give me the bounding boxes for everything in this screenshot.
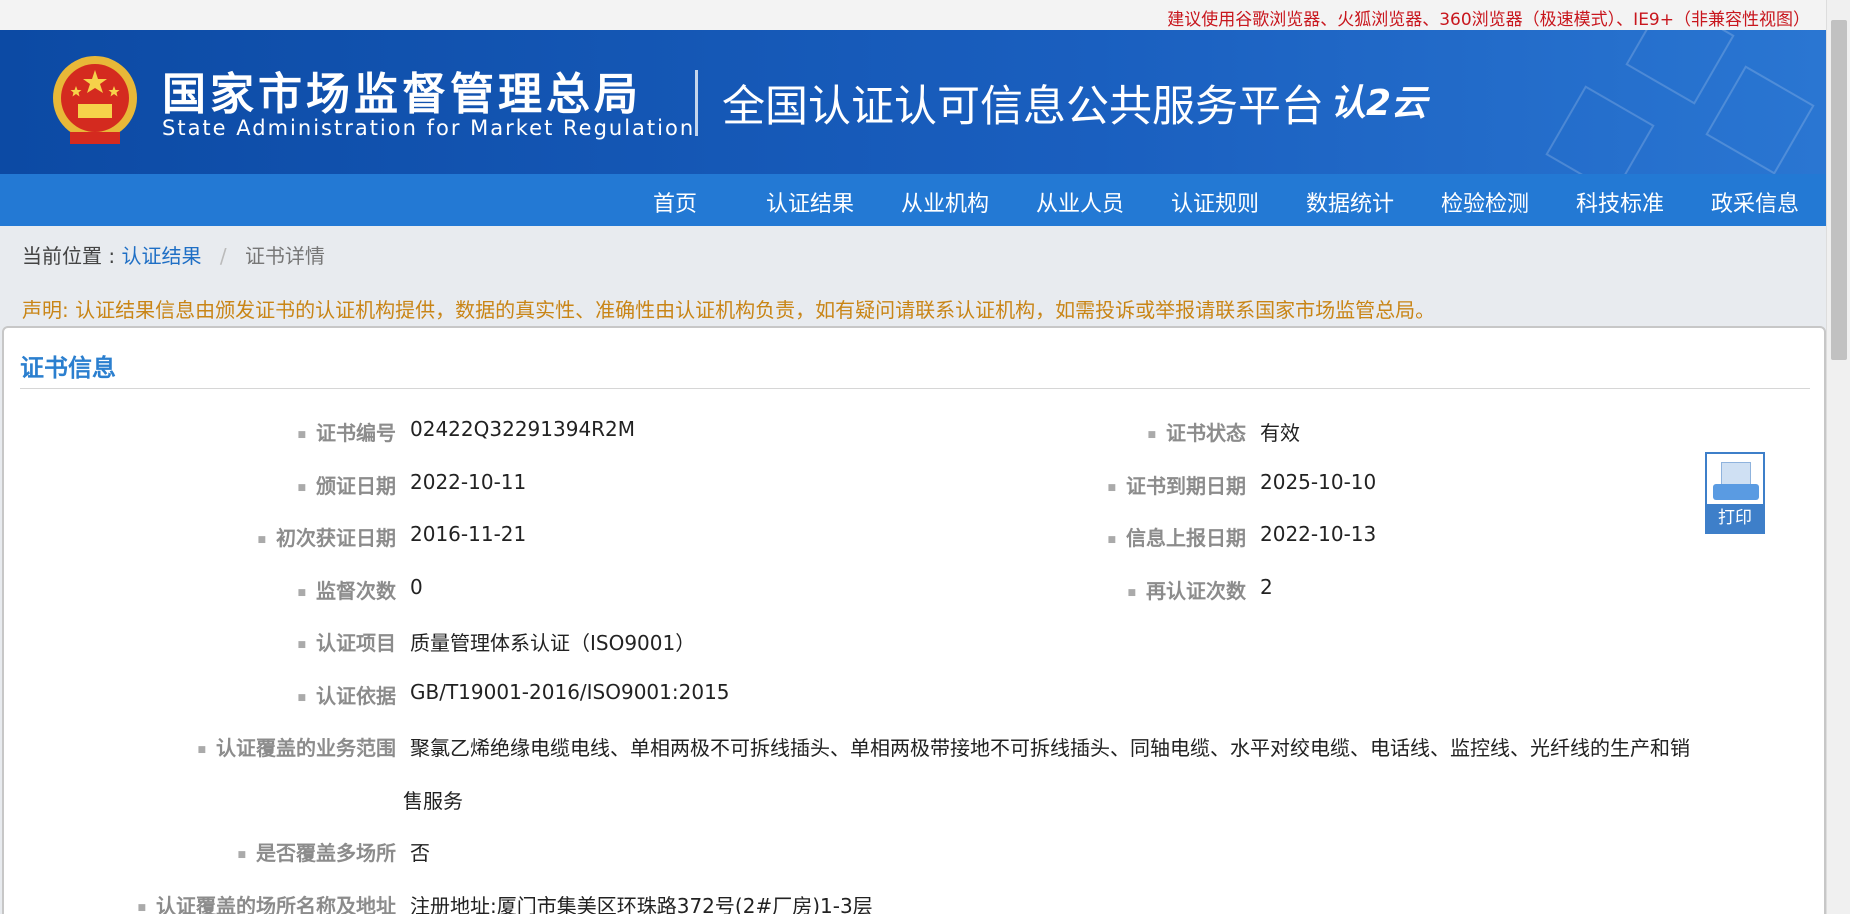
field-value-recert: 2 [1260,575,1273,599]
main-nav: 首页 认证结果 从业机构 从业人员 认证规则 数据统计 检验检测 科技标准 政采… [0,174,1826,226]
field-value-basis: GB/T19001-2016/ISO9001:2015 [410,680,730,704]
breadcrumb: 当前位置 : 认证结果 / 证书详情 [22,240,325,269]
field-value-issue-date: 2022-10-11 [410,470,527,494]
nav-item-rules[interactable]: 认证规则 [1171,186,1259,218]
field-label-expiry-date: 证书到期日期 [1107,470,1246,499]
decor-hexagon [1545,85,1655,174]
decor-hexagon [1625,30,1735,105]
national-emblem-icon [53,56,137,144]
browser-notice-bar: 建议使用谷歌浏览器、火狐浏览器、360浏览器（极速模式）、IE9+（非兼容性视图… [0,0,1828,30]
field-value-cert-no: 02422Q32291394R2M [410,417,636,441]
field-label-status: 证书状态 [1147,417,1246,446]
browser-notice: 建议使用谷歌浏览器、火狐浏览器、360浏览器（极速模式）、IE9+（非兼容性视图… [1167,10,1810,30]
field-label-address: 认证覆盖的场所名称及地址 [137,890,396,914]
breadcrumb-separator: / [219,244,227,268]
field-label-cert-no: 证书编号 [297,417,396,446]
nav-item-agencies[interactable]: 从业机构 [901,186,989,218]
printer-tray [1713,484,1759,500]
field-label-project: 认证项目 [297,627,396,656]
header-banner: 国家市场监督管理总局 State Administration for Mark… [0,30,1826,174]
platform-title: 全国认证认可信息公共服务平台 [722,82,1324,132]
print-label: 打印 [1707,504,1763,532]
print-button[interactable]: 打印 [1705,452,1765,534]
field-value-scope-line2: 售服务 [403,789,463,813]
field-label-first-date: 初次获证日期 [257,522,396,551]
breadcrumb-current: 证书详情 [244,244,325,268]
field-value-multi-site: 否 [410,841,430,865]
field-value-status: 有效 [1260,421,1300,445]
org-name-cn: 国家市场监督管理总局 [162,69,642,120]
field-label-supervision: 监督次数 [297,575,396,604]
decor-hexagon [1705,65,1815,174]
page-scrollbar[interactable] [1826,0,1850,914]
field-value-project: 质量管理体系认证（ISO9001） [410,631,696,655]
nav-item-inspection[interactable]: 检验检测 [1441,186,1529,218]
field-label-basis: 认证依据 [297,680,396,709]
field-label-multi-site: 是否覆盖多场所 [237,837,396,866]
cert-info-card: 证书信息 [2,326,1826,914]
field-value-report-date: 2022-10-13 [1260,522,1377,546]
card-divider [20,388,1810,389]
field-value-supervision: 0 [410,575,423,599]
field-label-scope: 认证覆盖的业务范围 [197,732,396,761]
field-label-issue-date: 颁证日期 [297,470,396,499]
field-value-expiry-date: 2025-10-10 [1260,470,1377,494]
nav-item-practitioners[interactable]: 从业人员 [1036,186,1124,218]
field-value-first-date: 2016-11-21 [410,522,527,546]
breadcrumb-link-cert-results[interactable]: 认证结果 [121,244,201,268]
field-label-recert: 再认证次数 [1127,575,1246,604]
breadcrumb-prefix: 当前位置 : [22,244,116,268]
nav-item-home[interactable]: 首页 [653,186,697,218]
nav-item-procurement[interactable]: 政采信息 [1711,186,1799,218]
nav-item-standards[interactable]: 科技标准 [1576,186,1664,218]
scrollbar-thumb[interactable] [1831,20,1847,360]
header-divider [695,70,698,136]
org-name-en: State Administration for Market Regulati… [162,116,696,140]
nav-item-cert-results[interactable]: 认证结果 [766,186,854,218]
disclaimer-statement: 声明: 认证结果信息由颁发证书的认证机构提供，数据的真实性、准确性由认证机构负责… [22,298,1436,322]
card-title: 证书信息 [20,354,116,382]
field-value-address: 注册地址:厦门市集美区环珠路372号(2#厂房)1-3层 [410,894,873,914]
nav-item-statistics[interactable]: 数据统计 [1306,186,1394,218]
field-label-report-date: 信息上报日期 [1107,522,1246,551]
cloud-logo: 认2云 [1330,83,1428,124]
field-value-scope-line1: 聚氯乙烯绝缘电缆电线、单相两极不可拆线插头、单相两极带接地不可拆线插头、同轴电缆… [410,736,1690,760]
